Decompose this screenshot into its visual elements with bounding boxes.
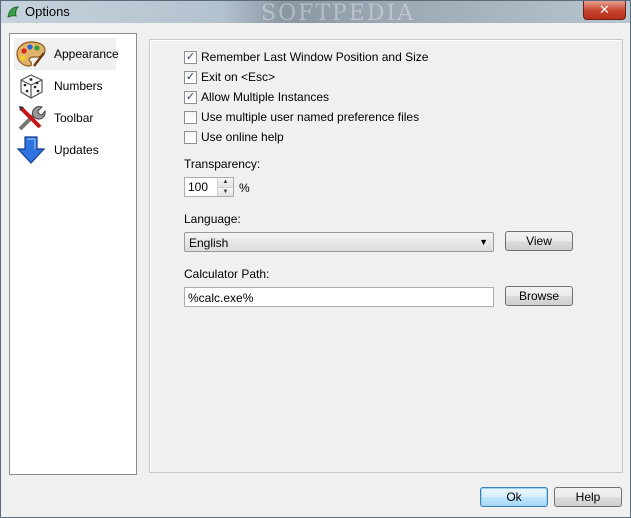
- browse-button[interactable]: Browse: [505, 286, 573, 306]
- window-title: Options: [25, 4, 70, 19]
- nav-label-updates: Updates: [54, 143, 99, 157]
- option-online-help[interactable]: Use online help: [184, 129, 284, 145]
- options-window: Options SOFTPEDIA ✕ Appearance Numbers T…: [0, 0, 631, 518]
- checkbox-exit-on-esc[interactable]: ✓: [184, 70, 197, 84]
- browse-button-label: Browse: [518, 289, 559, 303]
- option-label: Use multiple user named preference files: [201, 110, 420, 124]
- checkbox-online-help[interactable]: [184, 130, 197, 144]
- option-allow-multiple-instances[interactable]: ✓ Allow Multiple Instances: [184, 89, 329, 105]
- spinner-arrows: ▲ ▼: [217, 178, 233, 196]
- option-label: Use online help: [201, 130, 284, 144]
- option-multiple-preference-files[interactable]: Use multiple user named preference files: [184, 109, 419, 125]
- option-exit-on-esc[interactable]: ✓ Exit on <Esc>: [184, 69, 275, 85]
- help-button[interactable]: Help: [554, 487, 622, 507]
- options-nav: Appearance Numbers Toolbar Updates: [9, 33, 137, 475]
- nav-item-numbers[interactable]: Numbers: [14, 70, 116, 102]
- palette-icon: [14, 39, 48, 69]
- down-arrow-icon: [14, 135, 48, 165]
- option-label: Allow Multiple Instances: [201, 90, 330, 104]
- nav-label-appearance: Appearance: [54, 47, 119, 61]
- view-button[interactable]: View: [505, 231, 573, 251]
- transparency-unit: %: [239, 181, 250, 195]
- spin-up-icon[interactable]: ▲: [218, 178, 233, 187]
- nav-item-appearance[interactable]: Appearance: [14, 38, 119, 70]
- spin-down-icon[interactable]: ▼: [218, 187, 233, 196]
- language-select[interactable]: English ▼: [184, 232, 494, 252]
- checkbox-remember-position[interactable]: ✓: [184, 50, 197, 64]
- language-value: English: [189, 236, 229, 250]
- calculator-path-value: %calc.exe%: [188, 291, 254, 305]
- check-icon: ✓: [185, 90, 196, 103]
- nav-label-toolbar: Toolbar: [54, 111, 94, 125]
- ok-button[interactable]: Ok: [480, 487, 548, 507]
- nav-item-updates[interactable]: Updates: [14, 134, 116, 166]
- chevron-down-icon: ▼: [479, 237, 488, 247]
- tools-icon: [14, 103, 48, 133]
- check-icon: ✓: [185, 50, 196, 63]
- language-label: Language:: [184, 212, 241, 226]
- checkbox-multiple-preference-files[interactable]: [184, 110, 197, 124]
- nav-label-numbers: Numbers: [54, 79, 103, 93]
- view-button-label: View: [526, 234, 552, 248]
- option-label: Exit on <Esc>: [201, 70, 276, 84]
- calculator-path-input[interactable]: %calc.exe%: [184, 287, 494, 307]
- option-remember-position[interactable]: ✓ Remember Last Window Position and Size: [184, 49, 428, 65]
- calculator-path-label: Calculator Path:: [184, 267, 270, 281]
- appearance-panel: ✓ Remember Last Window Position and Size…: [149, 39, 623, 473]
- close-icon: ✕: [599, 2, 610, 17]
- transparency-label: Transparency:: [184, 157, 261, 171]
- checkbox-allow-multiple-instances[interactable]: ✓: [184, 90, 197, 104]
- transparency-spinner[interactable]: 100 ▲ ▼: [184, 177, 234, 197]
- option-label: Remember Last Window Position and Size: [201, 50, 429, 64]
- close-button[interactable]: ✕: [583, 1, 626, 20]
- dice-icon: [14, 71, 48, 101]
- help-button-label: Help: [575, 490, 601, 504]
- title-bar[interactable]: Options SOFTPEDIA ✕: [1, 1, 630, 26]
- ok-button-label: Ok: [506, 490, 522, 504]
- transparency-value: 100: [188, 180, 209, 194]
- app-icon: [7, 6, 20, 18]
- watermark: SOFTPEDIA: [261, 1, 416, 26]
- nav-item-toolbar[interactable]: Toolbar: [14, 102, 116, 134]
- check-icon: ✓: [185, 70, 196, 83]
